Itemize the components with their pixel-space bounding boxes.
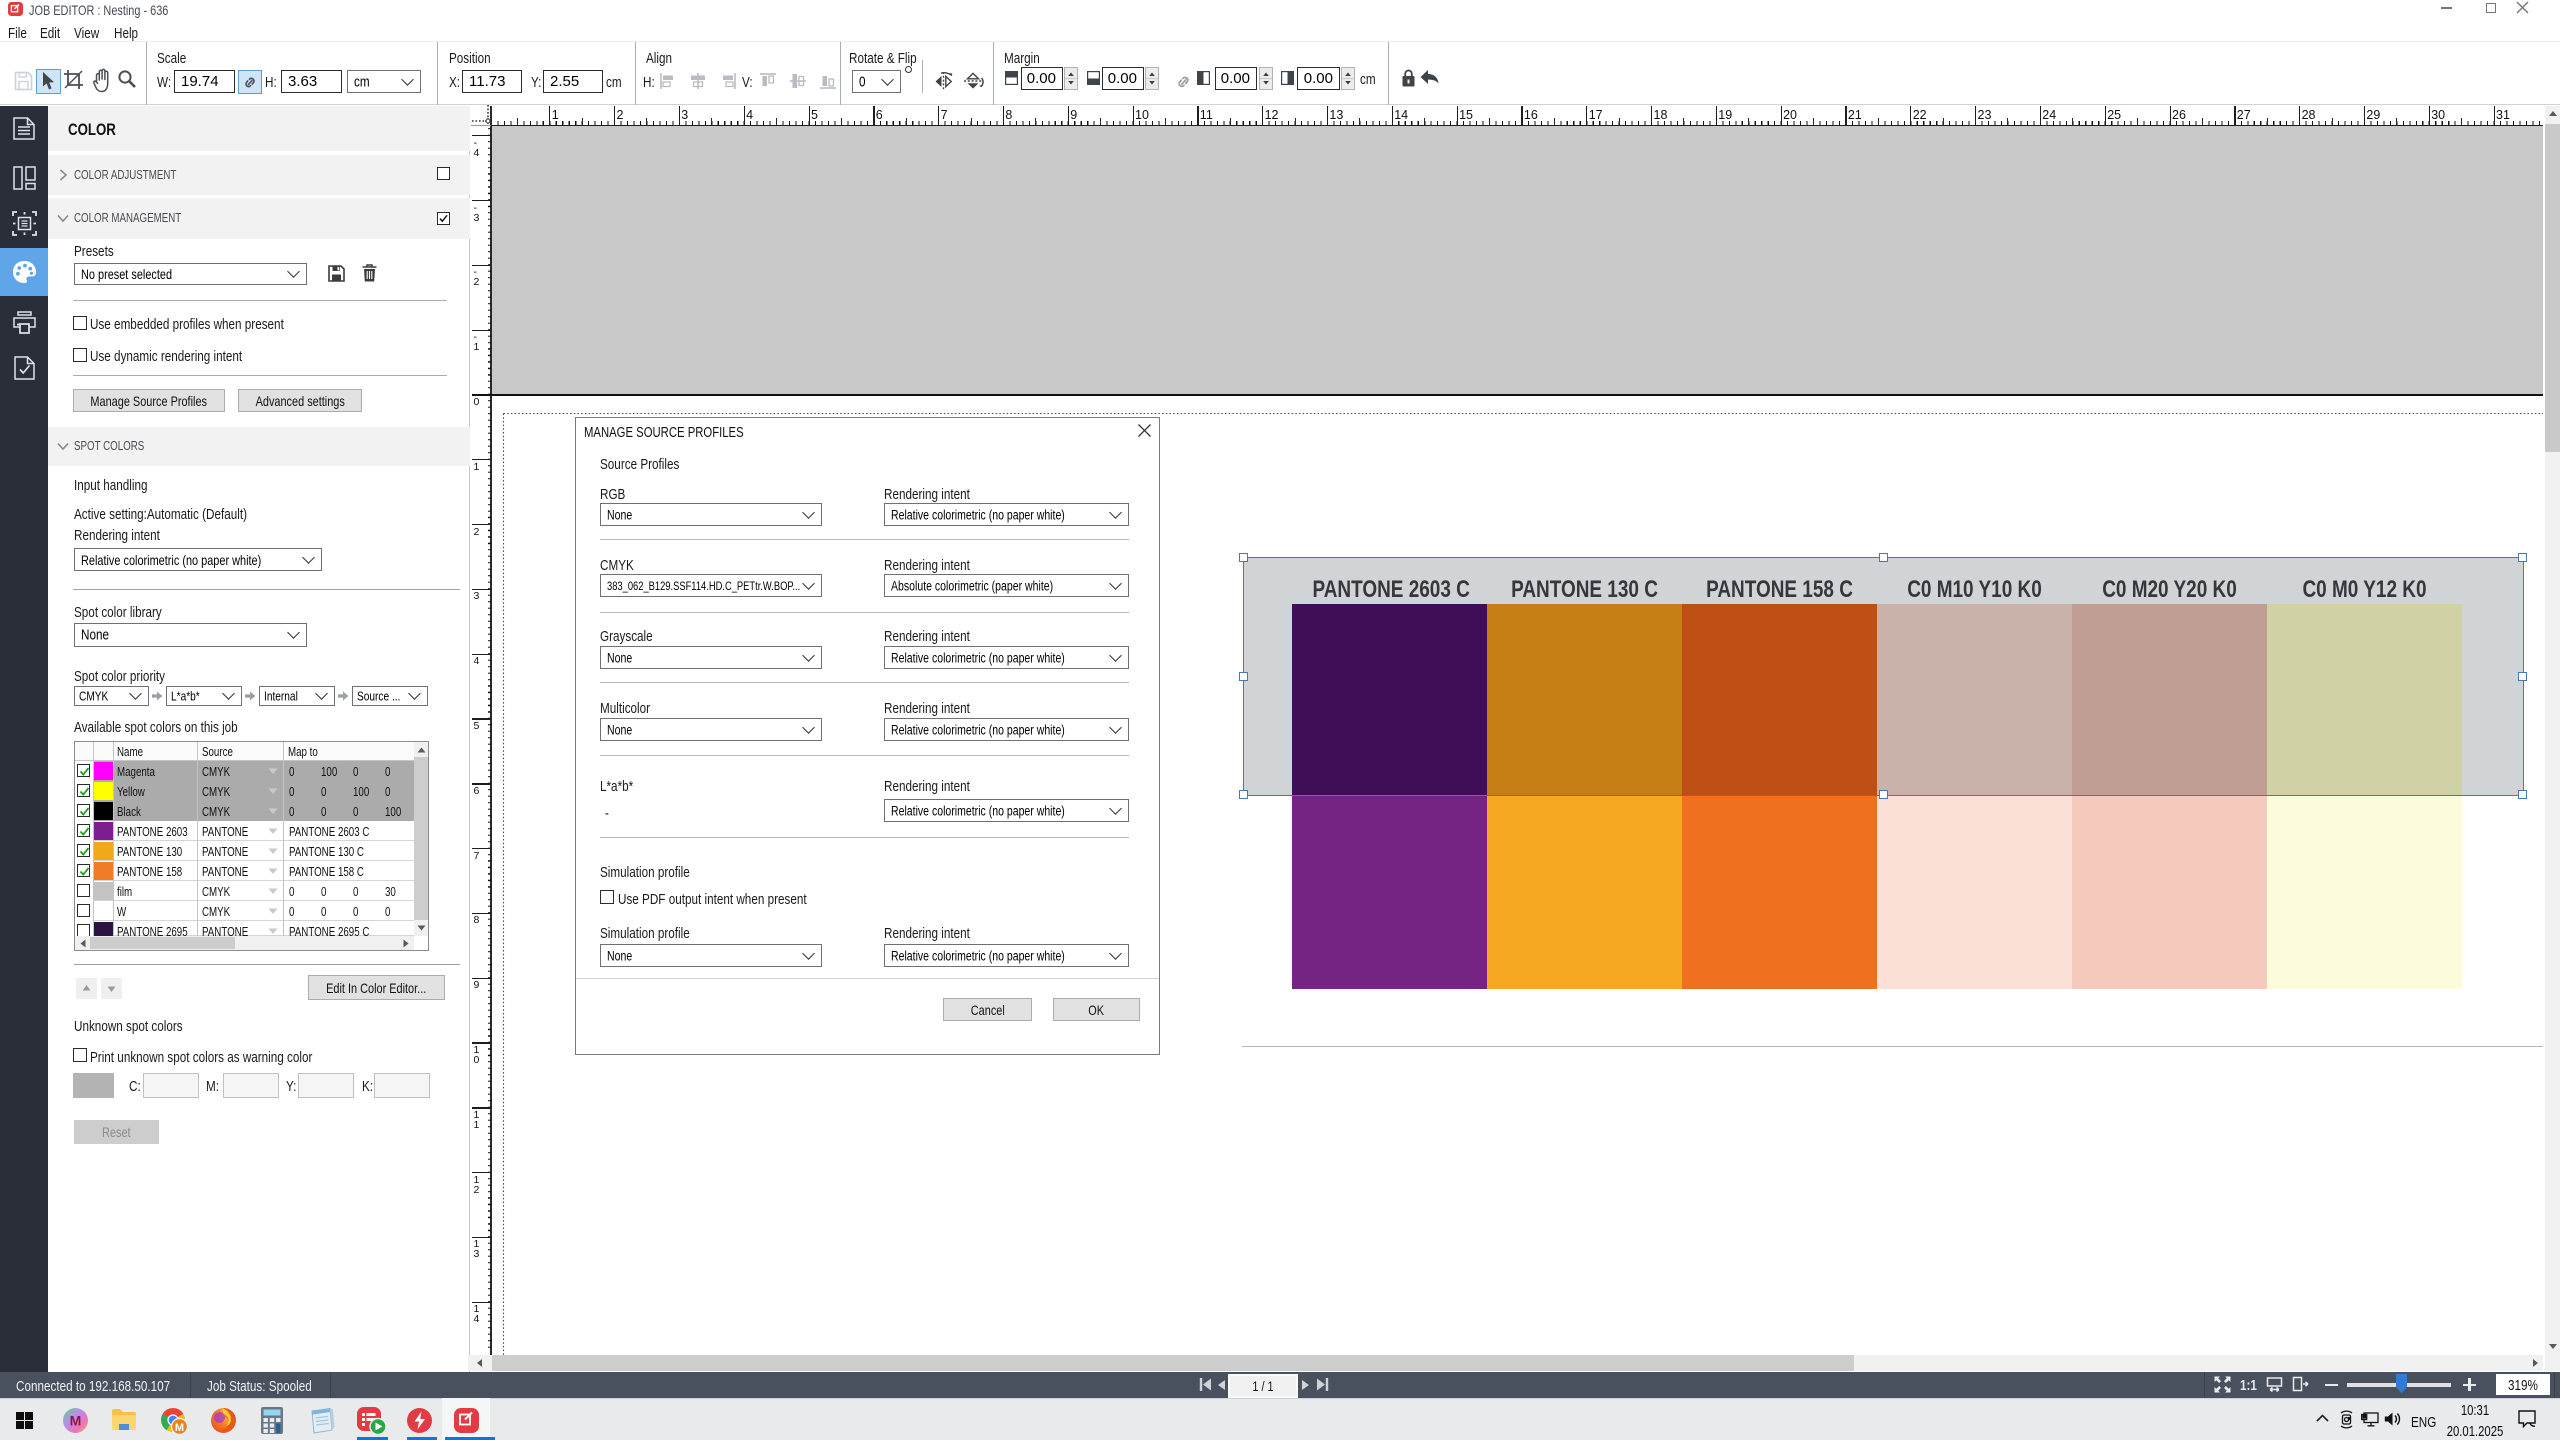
svg-text:M: M (175, 1422, 184, 1434)
svg-text:M: M (70, 1413, 82, 1429)
